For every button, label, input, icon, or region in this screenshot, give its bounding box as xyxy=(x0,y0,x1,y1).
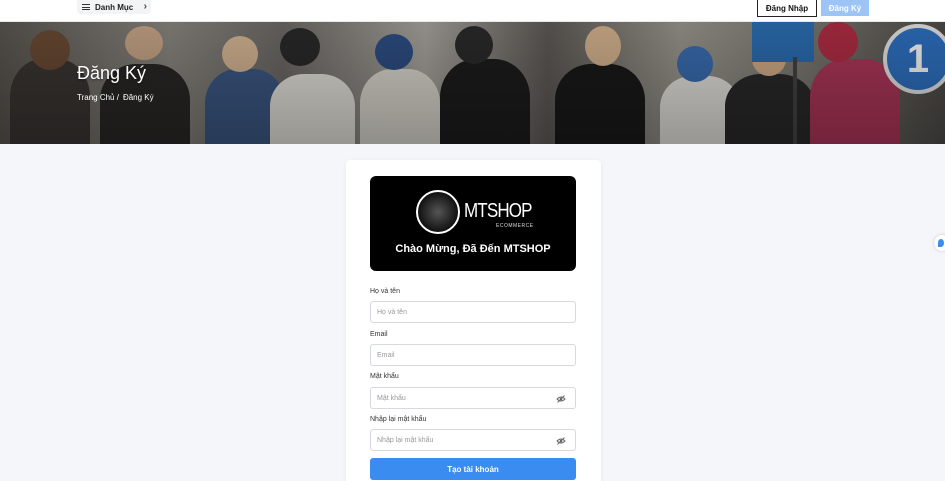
login-button[interactable]: Đăng Nhập xyxy=(757,0,817,17)
hero-banner: 1 Đăng Ký Trang Chủ / Đăng Ký xyxy=(0,22,945,144)
breadcrumb-current: Đăng Ký xyxy=(122,93,154,102)
email-placeholder: Email xyxy=(377,351,395,359)
password-placeholder: Mật khẩu xyxy=(377,394,406,402)
password-label: Mật khẩu xyxy=(370,373,399,380)
confirm-password-input[interactable]: Nhập lại mật khẩu xyxy=(370,429,576,451)
register-button[interactable]: Đăng Ký xyxy=(821,0,869,16)
email-input[interactable]: Email xyxy=(370,344,576,366)
register-card: MTSHOP ECOMMERCE Chào Mừng, Đã Đến MTSHO… xyxy=(346,160,601,481)
breadcrumb: Trang Chủ / Đăng Ký xyxy=(77,93,154,102)
confirm-password-label: Nhập lại mật khẩu xyxy=(370,416,427,423)
fullname-placeholder: Họ và tên xyxy=(377,308,407,316)
brand-banner: MTSHOP ECOMMERCE Chào Mừng, Đã Đến MTSHO… xyxy=(370,176,576,271)
top-navbar: Danh Mục › Đăng Nhập Đăng Ký xyxy=(0,0,945,22)
category-menu-label: Danh Mục xyxy=(95,2,134,12)
fullname-label: Họ và tên xyxy=(370,288,400,295)
create-account-button[interactable]: Tạo tài khoản xyxy=(370,458,576,480)
email-label: Email xyxy=(370,331,388,338)
confirm-password-placeholder: Nhập lại mật khẩu xyxy=(377,436,434,444)
logo-subtext: ECOMMERCE xyxy=(496,223,534,229)
breadcrumb-home-link[interactable]: Trang Chủ / xyxy=(77,93,119,102)
eye-off-icon[interactable] xyxy=(556,394,566,404)
category-menu-button[interactable]: Danh Mục › xyxy=(77,0,151,14)
fullname-input[interactable]: Họ và tên xyxy=(370,301,576,323)
chevron-right-icon: › xyxy=(143,1,147,12)
chat-widget-icon[interactable] xyxy=(934,235,945,251)
welcome-text: Chào Mừng, Đã Đến MTSHOP xyxy=(395,243,551,255)
logo-text: MTSHOP xyxy=(464,200,532,222)
mtshop-logo-icon xyxy=(416,190,460,234)
page-title: Đăng Ký xyxy=(77,63,147,83)
password-input[interactable]: Mật khẩu xyxy=(370,387,576,409)
eye-off-icon[interactable] xyxy=(556,436,566,446)
hamburger-icon xyxy=(82,4,90,10)
